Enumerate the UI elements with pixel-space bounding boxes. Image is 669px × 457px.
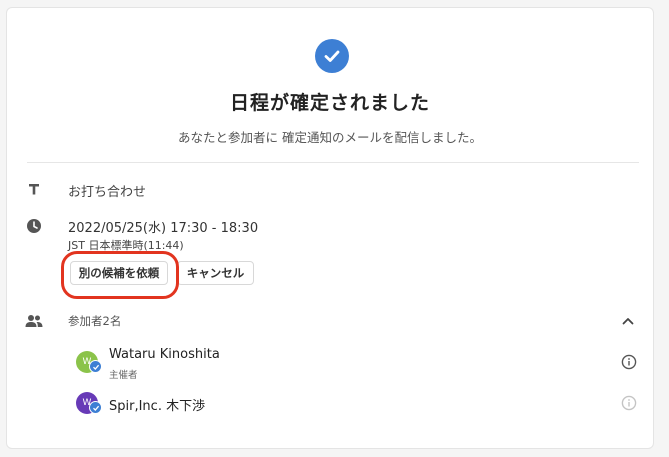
chevron-up-icon[interactable] (620, 313, 636, 329)
check-circle-icon (315, 39, 349, 73)
confirmation-card: 日程が確定されました あなたと参加者に 確定通知のメールを配信しました。 お打ち… (6, 7, 654, 449)
info-icon[interactable] (621, 354, 637, 370)
request-alternative-button[interactable]: 別の候補を依頼 (70, 261, 168, 285)
divider (27, 162, 639, 163)
info-icon[interactable] (621, 395, 637, 411)
verified-badge-icon (89, 401, 102, 414)
event-datetime: 2022/05/25(水) 17:30 - 18:30 (68, 221, 259, 236)
people-icon (25, 312, 43, 330)
verified-badge-icon (89, 360, 102, 373)
confirmation-message: あなたと参加者に 確定通知のメールを配信しました。 (178, 130, 482, 145)
title-icon (25, 180, 43, 198)
cancel-button[interactable]: キャンセル (177, 261, 254, 285)
participant-role: 主催者 (109, 370, 138, 381)
event-title: お打ち合わせ (68, 185, 147, 200)
participant-name: Spir,Inc. 木下渉 (109, 399, 206, 414)
event-timezone: JST 日本標準時(11:44) (68, 239, 184, 252)
page-title: 日程が確定されました (229, 92, 430, 114)
participants-count: 参加者2名 (68, 314, 122, 328)
participant-name: Wataru Kinoshita (109, 347, 220, 362)
clock-icon (25, 217, 43, 235)
